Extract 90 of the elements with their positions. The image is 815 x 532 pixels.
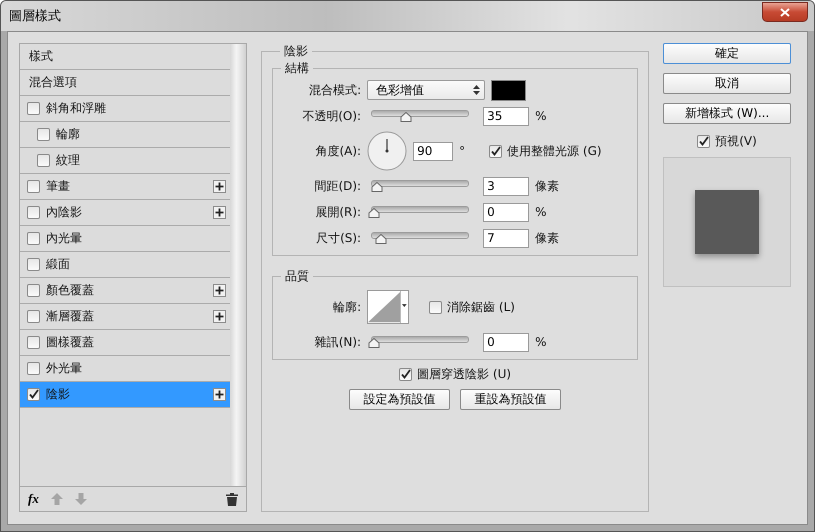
field-label: 輪廓: <box>332 298 362 316</box>
caret-icon <box>400 291 408 323</box>
checkbox[interactable] <box>27 388 40 401</box>
item-label: 輪廓 <box>56 126 81 143</box>
window-title: 圖層樣式 <box>9 8 61 25</box>
blend-mode-select[interactable]: 色彩增值 <box>367 80 486 100</box>
dialog-button[interactable]: 新增樣式 (W)... <box>663 103 791 124</box>
checkbox[interactable] <box>27 206 40 219</box>
item-label: 緞面 <box>46 256 71 273</box>
field-label: 角度(A): <box>314 142 362 160</box>
value-field[interactable]: 90 <box>413 142 454 160</box>
unit-label: ° <box>459 144 466 158</box>
item-label: 漸層覆蓋 <box>46 308 95 325</box>
value-field[interactable]: 0 <box>483 332 530 352</box>
checkbox[interactable] <box>27 232 40 245</box>
knockout-checkbox[interactable]: 圖層穿透陰影 (U) <box>399 366 512 383</box>
checkbox[interactable] <box>27 102 40 115</box>
close-button[interactable] <box>762 2 808 22</box>
trash-icon[interactable] <box>226 492 238 506</box>
angle-dial[interactable] <box>367 131 408 171</box>
checkbox[interactable] <box>37 128 50 141</box>
global-light-checkbox[interactable]: 使用整體光源 (G) <box>489 142 602 160</box>
checkbox[interactable] <box>27 362 40 375</box>
checkbox[interactable] <box>399 368 412 381</box>
style-list-item[interactable]: 內陰影 <box>20 200 230 226</box>
preview-swatch <box>695 190 760 254</box>
style-list-item[interactable]: 圖樣覆蓋 <box>20 330 230 356</box>
item-label: 紋理 <box>56 152 81 169</box>
field-label: 展開(R): <box>314 204 362 220</box>
add-button[interactable] <box>213 206 226 219</box>
anti-alias-checkbox[interactable]: 消除鋸齒 (L) <box>429 298 515 316</box>
field-label: 雜訊(N): <box>314 334 362 350</box>
default-button[interactable]: 重設為預設值 <box>460 389 562 410</box>
style-list-item[interactable]: 輪廓 <box>20 122 230 148</box>
item-label: 筆畫 <box>46 178 71 195</box>
field-label: 混合模式: <box>308 82 362 98</box>
value-field[interactable]: 0 <box>483 202 530 222</box>
contour-curve-icon <box>368 291 400 323</box>
style-list-item[interactable]: 紋理 <box>20 148 230 174</box>
item-label: 陰影 <box>46 386 71 403</box>
dialog-button[interactable]: 確定 <box>663 43 791 64</box>
style-list-item[interactable]: 內光暈 <box>20 226 230 252</box>
checkbox[interactable] <box>27 310 40 323</box>
group-title: 品質 <box>284 268 310 285</box>
field-label: 不透明(O): <box>301 108 362 124</box>
checkbox[interactable] <box>429 300 442 314</box>
value-field[interactable]: 3 <box>483 176 530 196</box>
style-list-item[interactable]: 筆畫 <box>20 174 230 200</box>
checkbox[interactable] <box>27 258 40 271</box>
spinner-icon <box>473 85 480 95</box>
value-field[interactable]: 7 <box>483 228 530 248</box>
group-title: 結構 <box>284 60 310 77</box>
fx-button[interactable]: fx <box>28 491 39 507</box>
unit-label: % <box>535 109 547 123</box>
unit-label: % <box>535 205 547 219</box>
preview-checkbox[interactable]: 預視(V) <box>697 133 757 150</box>
checkbox[interactable] <box>27 180 40 193</box>
contour-picker[interactable] <box>367 290 410 324</box>
item-label: 外光暈 <box>46 360 83 377</box>
item-label: 內陰影 <box>46 204 83 221</box>
style-list-item[interactable]: 顏色覆蓋 <box>20 278 230 304</box>
item-label: 內光暈 <box>46 230 83 247</box>
color-swatch[interactable] <box>491 80 526 100</box>
item-label: 斜角和浮雕 <box>46 100 107 117</box>
checkbox[interactable] <box>489 144 502 158</box>
checkbox[interactable] <box>37 154 50 167</box>
close-icon <box>780 8 790 16</box>
unit-label: 像素 <box>535 230 560 246</box>
checkbox[interactable] <box>697 135 710 148</box>
item-label: 圖樣覆蓋 <box>46 334 95 351</box>
section-title: 陰影 <box>283 43 310 60</box>
field-label: 尺寸(S): <box>315 230 362 246</box>
style-list-item[interactable]: 斜角和浮雕 <box>20 96 230 122</box>
value-field[interactable]: 35 <box>483 106 530 126</box>
add-button[interactable] <box>213 284 226 297</box>
checkbox[interactable] <box>27 336 40 349</box>
checkbox[interactable] <box>27 284 40 297</box>
item-label: 顏色覆蓋 <box>46 282 95 299</box>
default-button[interactable]: 設定為預設值 <box>349 389 450 410</box>
scrollbar[interactable] <box>230 44 246 486</box>
add-button[interactable] <box>213 180 226 193</box>
style-list-item[interactable]: 緞面 <box>20 252 230 278</box>
style-list-item[interactable]: 陰影 <box>20 382 230 408</box>
unit-label: 像素 <box>535 178 560 194</box>
add-button[interactable] <box>213 388 226 401</box>
add-button[interactable] <box>213 310 226 323</box>
dialog-button[interactable]: 取消 <box>663 73 791 94</box>
style-list-item[interactable]: 漸層覆蓋 <box>20 304 230 330</box>
unit-label: % <box>535 335 547 349</box>
field-label: 間距(D): <box>313 178 362 194</box>
